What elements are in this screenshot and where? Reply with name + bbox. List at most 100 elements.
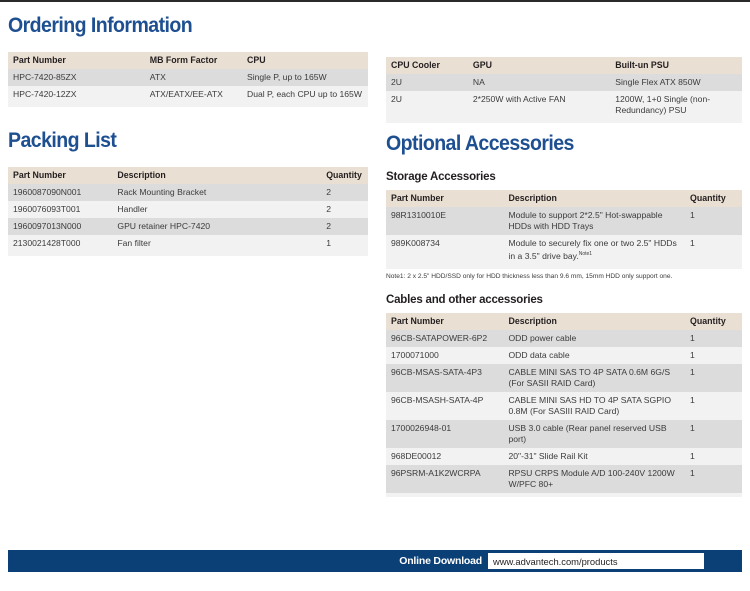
cell-part-number: 1960076093T001 (8, 201, 113, 218)
cell-quantity: 1 (685, 447, 742, 465)
ordering-information-table-right: CPU Cooler GPU Built-un PSU 2U NA Single… (386, 57, 742, 123)
column-header-description: Description (112, 167, 322, 184)
cell-quantity: 1 (685, 346, 742, 364)
table-row: 989K008734 Module to securely fix one or… (386, 235, 742, 265)
cell-gpu: NA (467, 74, 611, 91)
table-row: HPC-7420-12ZX ATX/EATX/EE-ATX Dual P, ea… (8, 86, 368, 103)
cell-description: ODD data cable (503, 346, 686, 364)
cell-mb-form-factor: ATX/EATX/EE-ATX (144, 86, 242, 103)
ordering-information-table-left: Part Number MB Form Factor CPU HPC-7420-… (8, 52, 368, 107)
ordering-information-right-block: CPU Cooler GPU Built-un PSU 2U NA Single… (386, 57, 742, 123)
table-row: 98R1310010E Module to support 2*2.5" Hot… (386, 207, 742, 235)
cell-description: Handler (112, 201, 322, 218)
storage-accessories-table: Part Number Description Quantity 98R1310… (386, 190, 742, 269)
cables-accessories-subtitle: Cables and other accessories (386, 293, 543, 306)
cell-gpu: 2*250W with Active FAN (467, 91, 611, 119)
table-header-row: CPU Cooler GPU Built-un PSU (386, 57, 742, 74)
cell-psu: 1200W, 1+0 Single (non-Redundancy) PSU (610, 91, 742, 119)
table-header-row: Part Number Description Quantity (8, 167, 368, 184)
cell-mb-form-factor: ATX (144, 69, 242, 86)
cell-part-number: 96CB-SATAPOWER-6P2 (386, 329, 504, 347)
cell-description: Rack Mounting Bracket (112, 184, 322, 201)
table-header-row: Part Number MB Form Factor CPU (8, 52, 368, 69)
column-header-quantity: Quantity (685, 190, 742, 207)
cell-description: Module to support 2*2.5" Hot-swappable H… (503, 207, 686, 235)
cell-part-number: 1700071000 (386, 346, 504, 364)
cell-part-number: 1960097013N000 (8, 218, 113, 235)
column-header-description: Description (503, 190, 686, 207)
table-row: 2U NA Single Flex ATX 850W (386, 74, 742, 91)
note-reference: Note1 (578, 251, 593, 257)
table-header-row: Part Number Description Quantity (386, 312, 742, 330)
cell-quantity: 1 (685, 391, 742, 420)
table-row: 1700071000 ODD data cable 1 (386, 346, 742, 364)
cell-quantity: 1 (685, 363, 742, 392)
cell-part-number: 1700026948-01 (386, 419, 504, 448)
storage-accessories-subtitle: Storage Accessories (386, 171, 496, 183)
column-header-part-number: Part Number (8, 167, 113, 184)
table-row: 2U 2*250W with Active FAN 1200W, 1+0 Sin… (386, 91, 742, 119)
left-column: Ordering Information Part Number MB Form… (8, 14, 368, 256)
table-row-spacer (386, 492, 742, 497)
right-column: Optional Accessories Storage Accessories… (386, 132, 742, 497)
cell-part-number: 2130021428T000 (8, 235, 113, 252)
column-header-part-number: Part Number (386, 190, 504, 207)
cell-description: RPSU CRPS Module A/D 100-240V 1200W W/PF… (503, 464, 686, 493)
cell-description: Module to securely fix one or two 2.5" H… (503, 235, 686, 265)
packing-list-table: Part Number Description Quantity 1960087… (8, 167, 368, 256)
table-row: 968DE00012 20"-31" Slide Rail Kit 1 (386, 447, 742, 465)
table-header-row: Part Number Description Quantity (386, 190, 742, 207)
table-row: HPC-7420-85ZX ATX Single P, up to 165W (8, 69, 368, 86)
cell-quantity: 2 (321, 218, 368, 235)
cell-part-number: 96PSRM-A1K2WCRPA (386, 464, 504, 493)
cell-description: Fan filter (112, 235, 322, 252)
table-row: 2130021428T000 Fan filter 1 (8, 235, 368, 252)
optional-accessories-title: Optional Accessories (386, 132, 574, 155)
table-row: 1960076093T001 Handler 2 (8, 201, 368, 218)
cell-cpu-cooler: 2U (386, 91, 468, 119)
cell-cpu-cooler: 2U (386, 74, 468, 91)
footer-url-link[interactable]: www.advantech.com/products (488, 554, 704, 569)
cell-part-number: 968DE00012 (386, 447, 504, 465)
column-header-part-number: Part Number (8, 52, 145, 69)
table-row: 96CB-SATAPOWER-6P2 ODD power cable 1 (386, 329, 742, 347)
table-row: 1700026948-01 USB 3.0 cable (Rear panel … (386, 419, 742, 448)
cell-quantity: 2 (321, 201, 368, 218)
table-row: 1960087090N001 Rack Mounting Bracket 2 (8, 184, 368, 201)
ordering-information-title: Ordering Information (8, 14, 193, 37)
cell-description: GPU retainer HPC-7420 (112, 218, 322, 235)
column-header-description: Description (503, 312, 686, 330)
cell-description: CABLE MINI SAS TO 4P SATA 0.6M 6G/S (For… (503, 363, 686, 392)
storage-accessories-note: Note1: 2 x 2.5" HDD/SSD only for HDD thi… (386, 272, 673, 280)
cables-accessories-table: Part Number Description Quantity 96CB-SA… (386, 312, 742, 497)
cell-part-number: HPC-7420-12ZX (8, 86, 145, 103)
cell-cpu: Dual P, each CPU up to 165W (241, 86, 368, 103)
cell-quantity: 1 (685, 464, 742, 493)
column-header-cpu: CPU (241, 52, 368, 69)
cell-description: CABLE MINI SAS HD TO 4P SATA SGPIO 0.8M … (503, 391, 686, 420)
cell-part-number: HPC-7420-85ZX (8, 69, 145, 86)
cell-description: USB 3.0 cable (Rear panel reserved USB p… (503, 419, 686, 448)
table-row: 96PSRM-A1K2WCRPA RPSU CRPS Module A/D 10… (386, 464, 742, 493)
table-row-spacer (386, 119, 742, 123)
cell-quantity: 1 (685, 419, 742, 448)
cell-quantity: 2 (321, 184, 368, 201)
column-header-cpu-cooler: CPU Cooler (386, 57, 468, 74)
cell-psu: Single Flex ATX 850W (610, 74, 742, 91)
cell-quantity: 1 (685, 207, 742, 235)
table-row-spacer (386, 264, 742, 269)
cell-description: ODD power cable (503, 329, 686, 347)
cell-quantity: 1 (685, 235, 742, 265)
cell-part-number: 989K008734 (386, 235, 504, 265)
cell-description: 20"-31" Slide Rail Kit (503, 447, 686, 465)
table-row: 96CB-MSASH-SATA-4P CABLE MINI SAS HD TO … (386, 391, 742, 420)
table-row: 96CB-MSAS-SATA-4P3 CABLE MINI SAS TO 4P … (386, 363, 742, 392)
cell-quantity: 1 (321, 235, 368, 252)
datasheet-page: Ordering Information Part Number MB Form… (0, 0, 750, 591)
cell-quantity: 1 (685, 329, 742, 347)
column-header-built-in-psu: Built-un PSU (610, 57, 742, 74)
cell-part-number: 1960087090N001 (8, 184, 113, 201)
column-header-mb-form-factor: MB Form Factor (144, 52, 242, 69)
cell-part-number: 96CB-MSASH-SATA-4P (386, 391, 504, 420)
cell-cpu: Single P, up to 165W (241, 69, 368, 86)
